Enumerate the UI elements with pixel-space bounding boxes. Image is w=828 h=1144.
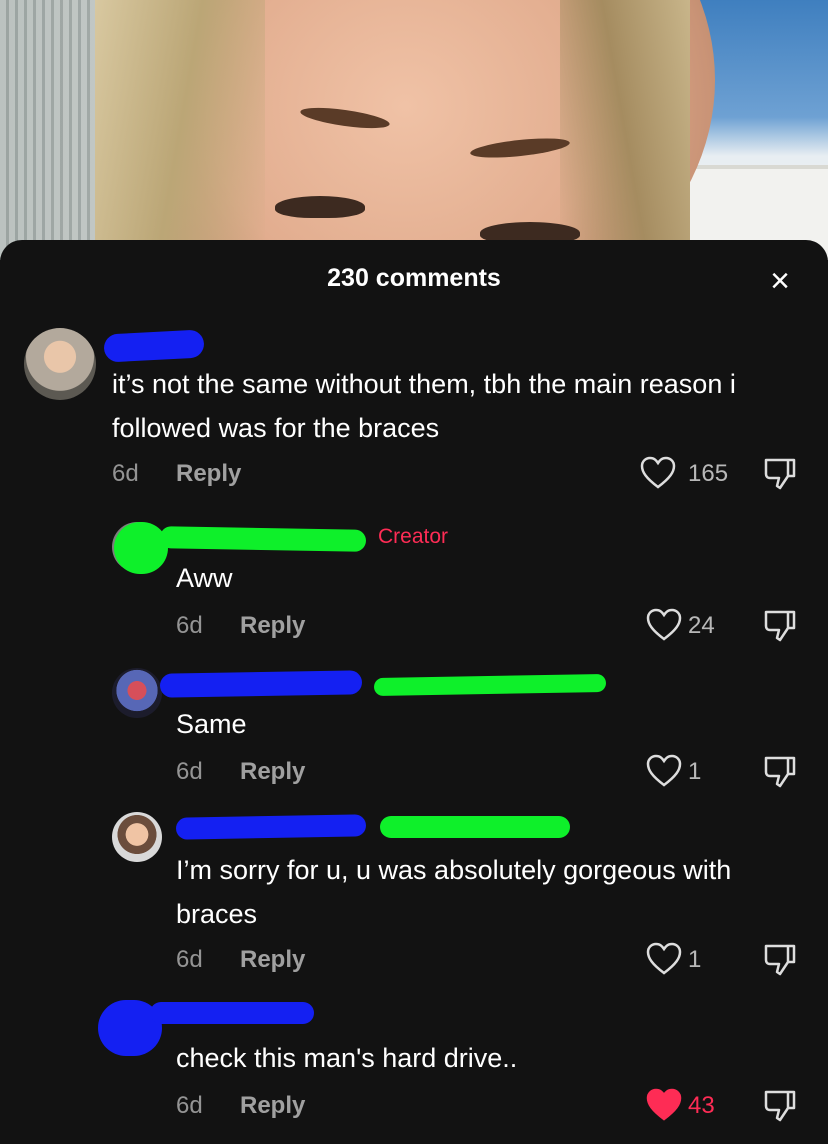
comment-text: Aww xyxy=(176,563,233,593)
like-count: 43 xyxy=(688,1092,715,1119)
hair-right xyxy=(560,0,690,260)
heart-outline-icon[interactable] xyxy=(646,942,682,976)
reply-button[interactable]: Reply xyxy=(240,758,305,786)
redacted-username xyxy=(150,1002,314,1024)
avatar[interactable] xyxy=(112,812,162,862)
comments-panel: 230 comments × it’s not the same without… xyxy=(0,240,828,1144)
hair-left xyxy=(95,0,265,260)
comment-text: Same xyxy=(176,709,247,739)
comment-age: 6d xyxy=(176,758,203,785)
heart-filled-icon[interactable] xyxy=(646,1088,682,1122)
reply-button[interactable]: Reply xyxy=(176,460,241,488)
close-icon[interactable]: × xyxy=(763,264,797,298)
comment-age: 6d xyxy=(112,460,139,487)
avatar[interactable] xyxy=(112,668,162,718)
comment-age: 6d xyxy=(176,612,203,639)
thumbs-down-icon[interactable] xyxy=(762,1088,798,1124)
like-count: 165 xyxy=(688,460,729,487)
eye-left xyxy=(275,196,365,218)
video-background xyxy=(0,0,828,260)
like-count: 24 xyxy=(688,612,715,639)
thumbs-down-icon[interactable] xyxy=(762,456,798,492)
redacted-username xyxy=(159,526,367,552)
redacted-username xyxy=(380,816,570,838)
reply-button[interactable]: Reply xyxy=(240,612,305,640)
thumbs-down-icon[interactable] xyxy=(762,608,798,644)
heart-outline-icon[interactable] xyxy=(646,754,682,788)
thumbs-down-icon[interactable] xyxy=(762,754,798,790)
thumbs-down-icon[interactable] xyxy=(762,942,798,978)
reply-button[interactable]: Reply xyxy=(240,1092,305,1120)
comments-count-title: 230 comments xyxy=(327,264,501,292)
comment-age: 6d xyxy=(176,946,203,973)
heart-outline-icon[interactable] xyxy=(640,456,676,490)
comment-text: it’s not the same without them, tbh the … xyxy=(112,369,744,443)
comment-text: I’m sorry for u, u was absolutely gorgeo… xyxy=(176,855,739,929)
heart-outline-icon[interactable] xyxy=(646,608,682,642)
redacted-avatar xyxy=(114,522,168,574)
reply-button[interactable]: Reply xyxy=(240,946,305,974)
redacted-username xyxy=(373,673,607,697)
creator-badge: Creator xyxy=(378,525,449,548)
comment-age: 6d xyxy=(176,1092,203,1119)
redacted-username xyxy=(103,329,205,363)
redacted-username xyxy=(175,814,367,840)
like-count: 1 xyxy=(688,946,702,973)
comment-text: check this man's hard drive.. xyxy=(176,1043,518,1073)
avatar[interactable] xyxy=(24,328,96,400)
redacted-username xyxy=(159,670,363,698)
like-count: 1 xyxy=(688,758,702,785)
